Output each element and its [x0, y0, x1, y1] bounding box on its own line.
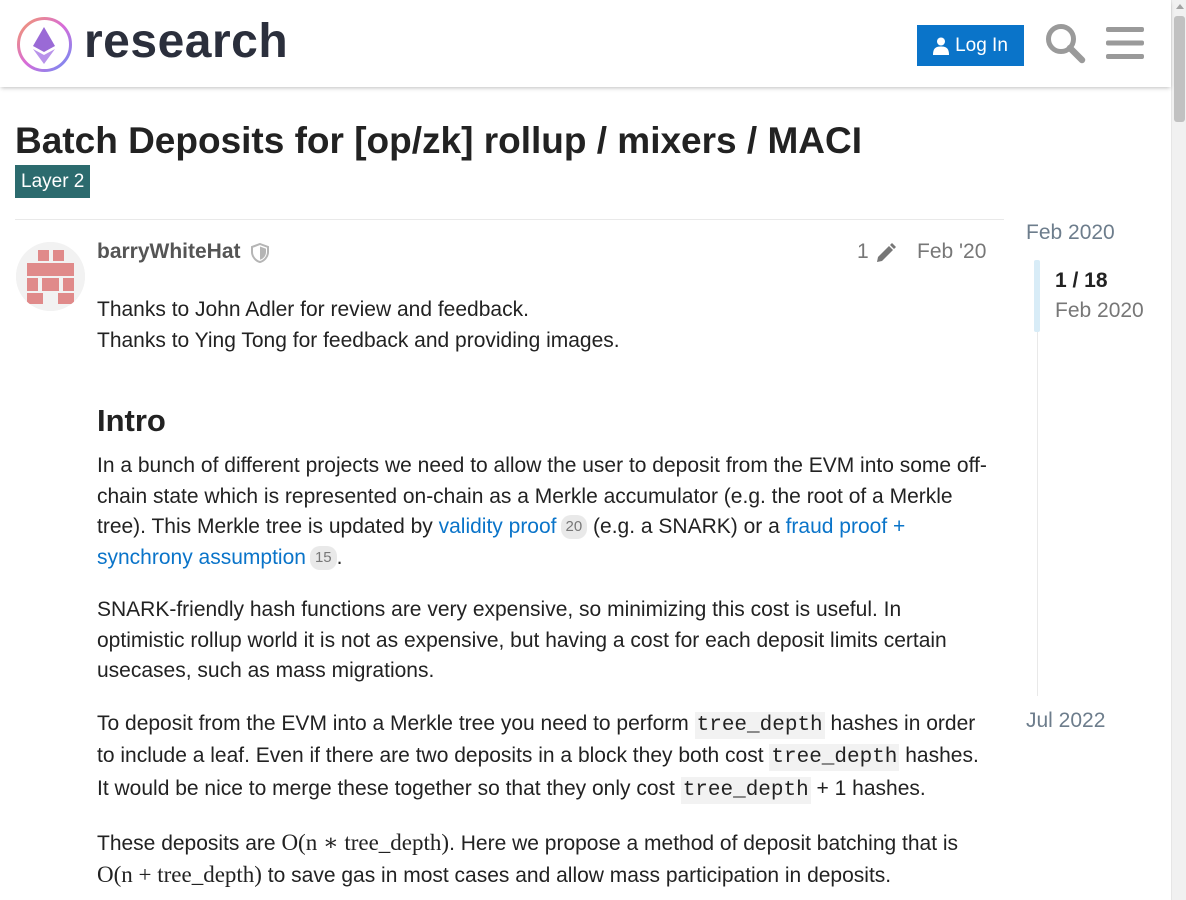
timeline-start-date[interactable]: Feb 2020 — [1026, 221, 1115, 245]
p4-text-b: . Here we propose a method of deposit ba… — [449, 832, 959, 855]
p3-text-d: + 1 hashes. — [810, 776, 926, 800]
paragraph-3: To deposit from the EVM into a Merkle tr… — [97, 709, 987, 807]
timeline-position-date: Feb 2020 — [1055, 299, 1144, 322]
paragraph-2: SNARK-friendly hash functions are very e… — [97, 598, 947, 682]
scrollbar-thumb[interactable] — [1174, 16, 1185, 122]
avatar[interactable] — [16, 242, 85, 311]
math-formula: O(n ∗ tree_depth) — [281, 830, 450, 855]
user-icon — [933, 37, 950, 55]
logo-text[interactable]: research — [84, 14, 288, 69]
p4-text-c: to save gas in most cases and allow mass… — [261, 863, 892, 887]
topic-title[interactable]: Batch Deposits for [op/zk] rollup / mixe… — [15, 120, 862, 162]
link-click-count: 15 — [309, 545, 337, 570]
paragraph-1: In a bunch of different projects we need… — [97, 451, 987, 573]
login-button[interactable]: Log In — [917, 25, 1024, 66]
hamburger-menu-icon[interactable] — [1106, 26, 1144, 60]
scroll-up-arrow-icon[interactable] — [1176, 4, 1184, 9]
timeline-scroll-handle[interactable] — [1034, 260, 1040, 332]
edit-count[interactable]: 1 — [857, 240, 869, 264]
page-scrollbar[interactable] — [1171, 0, 1186, 900]
shield-icon — [251, 242, 269, 264]
p1-text-b: (e.g. a SNARK) or a — [587, 515, 786, 538]
intro-heading: Intro — [97, 403, 166, 438]
post-body: Thanks to John Adler for review and feed… — [97, 295, 987, 900]
inline-code: tree_depth — [769, 744, 900, 771]
site-header: research Log In — [0, 0, 1171, 87]
thanks-line-1: Thanks to John Adler for review and feed… — [97, 298, 529, 321]
research-logo[interactable] — [16, 16, 73, 73]
paragraph-4: These deposits are O(n ∗ tree_depth). He… — [97, 828, 987, 891]
inline-code: tree_depth — [680, 776, 811, 804]
math-formula: O(n + tree_depth) — [97, 861, 262, 887]
category-badge[interactable]: Layer 2 — [15, 165, 91, 198]
author-username[interactable]: barryWhiteHat — [97, 240, 241, 264]
p4-text-a: These deposits are — [97, 832, 282, 855]
search-icon[interactable] — [1044, 22, 1086, 64]
thanks-line-2: Thanks to Ying Tong for feedback and pro… — [97, 328, 620, 352]
p3-text-a: To deposit from the EVM into a Merkle tr… — [97, 711, 695, 735]
post-date[interactable]: Feb '20 — [917, 240, 986, 264]
p1-text-c: . — [336, 545, 343, 569]
pencil-icon[interactable] — [875, 242, 897, 264]
title-divider — [15, 219, 1004, 220]
login-label: Log In — [955, 34, 1008, 56]
inline-code: tree_depth — [694, 711, 825, 739]
validity-proof-link[interactable]: validity proof — [439, 515, 557, 538]
link-click-count: 20 — [560, 515, 588, 539]
timeline-position[interactable]: 1 / 18 — [1055, 269, 1108, 293]
timeline-end-date[interactable]: Jul 2022 — [1026, 709, 1105, 733]
